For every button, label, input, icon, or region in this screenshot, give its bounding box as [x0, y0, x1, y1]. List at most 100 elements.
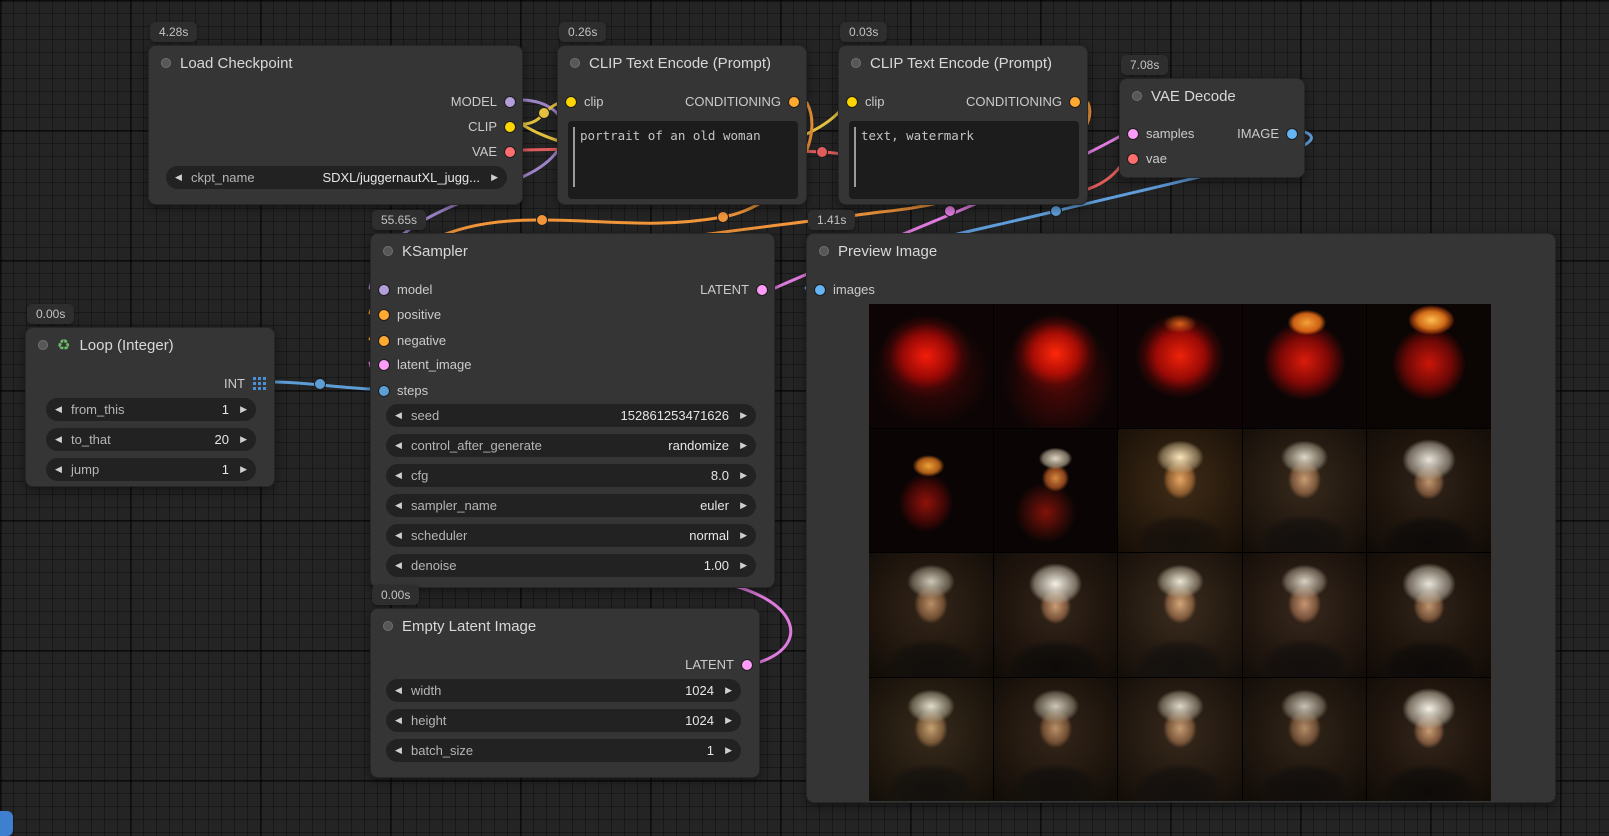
- widget-height[interactable]: ◀ height 1024 ▶: [386, 709, 741, 732]
- input-port-clip[interactable]: clip: [566, 91, 604, 112]
- input-port-negative[interactable]: negative: [379, 330, 446, 351]
- latent-port-dot[interactable]: [757, 285, 767, 295]
- increment-arrow-icon[interactable]: ▶: [235, 435, 247, 444]
- widget-batch-size[interactable]: ◀ batch_size 1 ▶: [386, 739, 741, 762]
- node-empty-latent-image[interactable]: 0.00s Empty Latent Image LATENT ◀ width …: [370, 608, 760, 778]
- latent-port-dot[interactable]: [379, 360, 389, 370]
- increment-arrow-icon[interactable]: ▶: [735, 411, 747, 420]
- node-clip-text-encode-positive[interactable]: 0.26s CLIP Text Encode (Prompt) clip CON…: [557, 45, 807, 205]
- widget-from-this[interactable]: ◀ from_this 1 ▶: [46, 398, 256, 421]
- input-port-clip[interactable]: clip: [847, 91, 885, 112]
- increment-arrow-icon[interactable]: ▶: [720, 746, 732, 755]
- decrement-arrow-icon[interactable]: ◀: [395, 411, 407, 420]
- input-port-positive[interactable]: positive: [379, 304, 441, 325]
- increment-arrow-icon[interactable]: ▶: [735, 561, 747, 570]
- conditioning-port-dot[interactable]: [379, 336, 389, 346]
- increment-arrow-icon[interactable]: ▶: [235, 405, 247, 414]
- collapse-dot-icon[interactable]: [851, 58, 861, 68]
- increment-arrow-icon[interactable]: ▶: [720, 686, 732, 695]
- model-port-dot[interactable]: [379, 285, 389, 295]
- node-titlebar[interactable]: Load Checkpoint: [149, 46, 522, 80]
- model-port-dot[interactable]: [505, 97, 515, 107]
- latent-port-dot[interactable]: [742, 660, 752, 670]
- prompt-textarea[interactable]: portrait of an old woman: [568, 121, 798, 199]
- node-titlebar[interactable]: Empty Latent Image: [371, 609, 759, 643]
- node-load-checkpoint[interactable]: 4.28s Load Checkpoint MODEL CLIP VAE ◀ c…: [148, 45, 523, 205]
- increment-arrow-icon[interactable]: ▶: [735, 501, 747, 510]
- int-port-dot[interactable]: [379, 386, 389, 396]
- node-titlebar[interactable]: KSampler: [371, 234, 774, 268]
- input-port-vae[interactable]: vae: [1128, 148, 1167, 169]
- node-ksampler[interactable]: 55.65s KSampler model positive negative …: [370, 233, 775, 588]
- widget-width[interactable]: ◀ width 1024 ▶: [386, 679, 741, 702]
- input-port-samples[interactable]: samples: [1128, 123, 1194, 144]
- output-port-clip[interactable]: CLIP: [468, 116, 515, 137]
- node-titlebar[interactable]: ♻ Loop (Integer): [26, 328, 274, 362]
- decrement-arrow-icon[interactable]: ◀: [395, 746, 407, 755]
- output-port-vae[interactable]: VAE: [472, 141, 515, 162]
- conditioning-port-dot[interactable]: [1070, 97, 1080, 107]
- collapse-dot-icon[interactable]: [819, 246, 829, 256]
- decrement-arrow-icon[interactable]: ◀: [395, 686, 407, 695]
- output-port-conditioning[interactable]: CONDITIONING: [685, 91, 799, 112]
- decrement-arrow-icon[interactable]: ◀: [55, 405, 67, 414]
- increment-arrow-icon[interactable]: ▶: [235, 465, 247, 474]
- conditioning-port-dot[interactable]: [379, 310, 389, 320]
- decrement-arrow-icon[interactable]: ◀: [395, 501, 407, 510]
- widget-sampler-name[interactable]: ◀ sampler_name euler ▶: [386, 494, 756, 517]
- widget-to-that[interactable]: ◀ to_that 20 ▶: [46, 428, 256, 451]
- widget-cfg[interactable]: ◀ cfg 8.0 ▶: [386, 464, 756, 487]
- int-output-grid-icon[interactable]: [253, 377, 266, 390]
- output-port-int[interactable]: INT: [224, 373, 266, 394]
- increment-arrow-icon[interactable]: ▶: [735, 441, 747, 450]
- widget-scheduler[interactable]: ◀ scheduler normal ▶: [386, 524, 756, 547]
- vae-port-dot[interactable]: [505, 147, 515, 157]
- input-port-model[interactable]: model: [379, 279, 432, 300]
- widget-seed[interactable]: ◀ seed 152861253471626 ▶: [386, 404, 756, 427]
- node-titlebar[interactable]: CLIP Text Encode (Prompt): [839, 46, 1087, 80]
- output-port-conditioning[interactable]: CONDITIONING: [966, 91, 1080, 112]
- decrement-arrow-icon[interactable]: ◀: [395, 561, 407, 570]
- collapse-dot-icon[interactable]: [38, 340, 48, 350]
- increment-arrow-icon[interactable]: ▶: [720, 716, 732, 725]
- node-loop-integer[interactable]: 0.00s ♻ Loop (Integer) INT ◀ from_this 1…: [25, 327, 275, 487]
- clip-port-dot[interactable]: [847, 97, 857, 107]
- latent-port-dot[interactable]: [1128, 129, 1138, 139]
- output-port-model[interactable]: MODEL: [451, 91, 515, 112]
- widget-ckpt-name[interactable]: ◀ ckpt_name SDXL/juggernautXL_jugg... ▶: [166, 166, 507, 189]
- decrement-arrow-icon[interactable]: ◀: [55, 465, 67, 474]
- prompt-textarea[interactable]: text, watermark: [849, 121, 1079, 199]
- collapse-dot-icon[interactable]: [1132, 91, 1142, 101]
- increment-arrow-icon[interactable]: ▶: [486, 173, 498, 182]
- node-preview-image[interactable]: 1.41s Preview Image images: [806, 233, 1556, 803]
- decrement-arrow-icon[interactable]: ◀: [395, 471, 407, 480]
- decrement-arrow-icon[interactable]: ◀: [395, 531, 407, 540]
- decrement-arrow-icon[interactable]: ◀: [175, 173, 187, 182]
- vae-port-dot[interactable]: [1128, 154, 1138, 164]
- node-vae-decode[interactable]: 7.08s VAE Decode samples IMAGE vae: [1119, 78, 1305, 178]
- decrement-arrow-icon[interactable]: ◀: [55, 435, 67, 444]
- node-titlebar[interactable]: CLIP Text Encode (Prompt): [558, 46, 806, 80]
- collapse-dot-icon[interactable]: [383, 621, 393, 631]
- decrement-arrow-icon[interactable]: ◀: [395, 716, 407, 725]
- conditioning-port-dot[interactable]: [789, 97, 799, 107]
- node-clip-text-encode-negative[interactable]: 0.03s CLIP Text Encode (Prompt) clip CON…: [838, 45, 1088, 205]
- decrement-arrow-icon[interactable]: ◀: [395, 441, 407, 450]
- node-titlebar[interactable]: Preview Image: [807, 234, 1555, 268]
- collapse-dot-icon[interactable]: [570, 58, 580, 68]
- increment-arrow-icon[interactable]: ▶: [735, 471, 747, 480]
- input-port-images[interactable]: images: [815, 279, 875, 300]
- node-titlebar[interactable]: VAE Decode: [1120, 79, 1304, 113]
- widget-control-after-generate[interactable]: ◀ control_after_generate randomize ▶: [386, 434, 756, 457]
- output-port-latent[interactable]: LATENT: [700, 279, 767, 300]
- collapse-dot-icon[interactable]: [383, 246, 393, 256]
- increment-arrow-icon[interactable]: ▶: [735, 531, 747, 540]
- input-port-steps[interactable]: steps: [379, 380, 428, 401]
- collapse-dot-icon[interactable]: [161, 58, 171, 68]
- widget-denoise[interactable]: ◀ denoise 1.00 ▶: [386, 554, 756, 577]
- output-port-image[interactable]: IMAGE: [1237, 123, 1297, 144]
- widget-jump[interactable]: ◀ jump 1 ▶: [46, 458, 256, 481]
- image-port-dot[interactable]: [1287, 129, 1297, 139]
- input-port-latent-image[interactable]: latent_image: [379, 354, 471, 375]
- clip-port-dot[interactable]: [566, 97, 576, 107]
